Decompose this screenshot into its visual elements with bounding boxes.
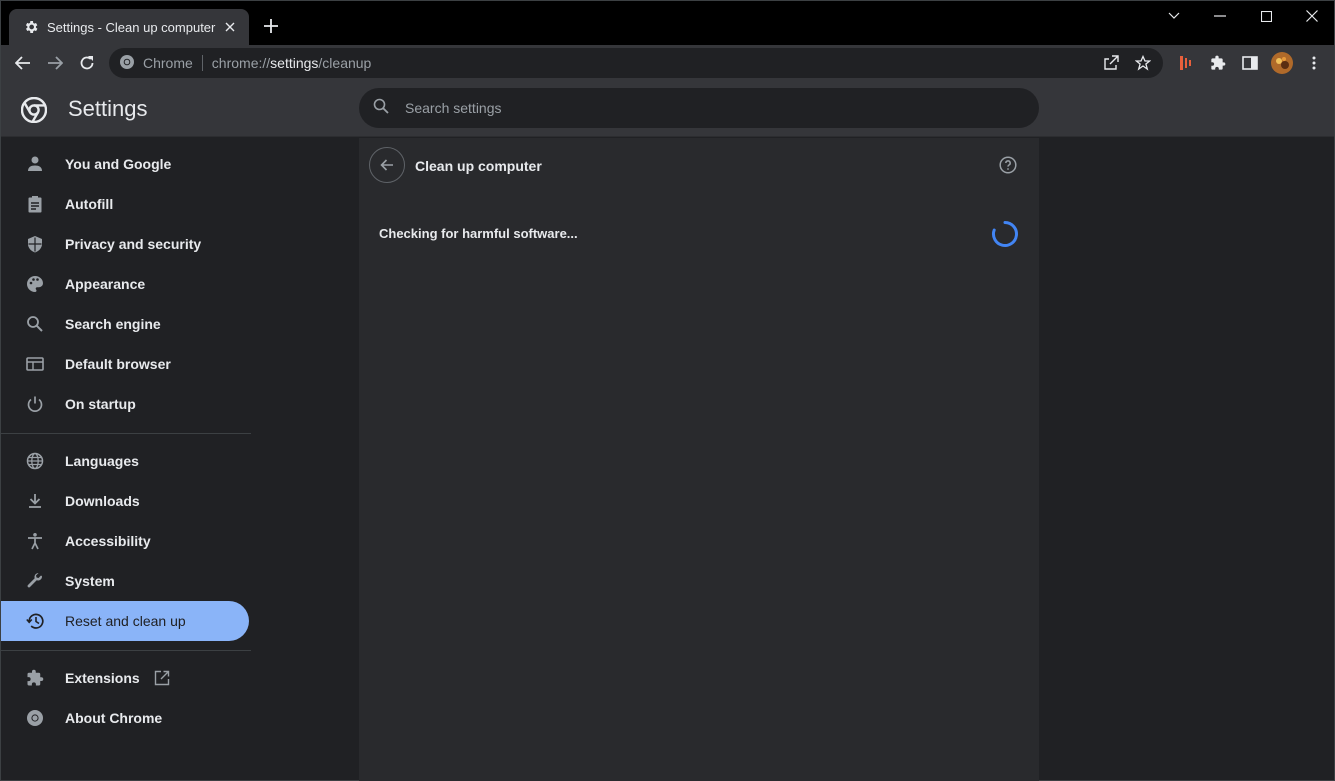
history-icon — [25, 611, 45, 631]
brave-extension-icon — [1180, 56, 1191, 70]
close-icon — [1306, 10, 1318, 22]
browser-window-icon — [25, 354, 45, 374]
toolbar: Chrome chrome://settings/cleanup — [1, 45, 1334, 81]
sidebar-item-accessibility[interactable]: Accessibility — [1, 521, 249, 561]
forward-arrow-icon — [48, 56, 63, 70]
kebab-menu-icon — [1312, 56, 1316, 70]
accessibility-icon — [25, 531, 45, 551]
side-panel-button[interactable] — [1236, 49, 1264, 77]
omnibox-separator — [201, 55, 203, 71]
power-icon — [25, 394, 45, 414]
extension-button[interactable] — [1172, 49, 1200, 77]
tab-search-button[interactable] — [1151, 1, 1197, 31]
person-icon — [25, 154, 45, 174]
window-close-button[interactable] — [1289, 1, 1335, 31]
url-text: chrome://settings/cleanup — [211, 55, 372, 71]
puzzle-icon — [25, 668, 45, 688]
scan-status-text: Checking for harmful software... — [379, 226, 578, 241]
search-icon — [25, 314, 45, 334]
sidebar-item-search-engine[interactable]: Search engine — [1, 304, 249, 344]
sidebar-divider — [1, 650, 251, 651]
sidebar-item-appearance[interactable]: Appearance — [1, 264, 249, 304]
extensions-menu-button[interactable] — [1204, 49, 1232, 77]
shield-icon — [25, 234, 45, 254]
globe-icon — [25, 451, 45, 471]
clipboard-icon — [25, 194, 45, 214]
sidebar-item-system[interactable]: System — [1, 561, 249, 601]
search-icon — [373, 98, 389, 119]
sidebar-item-on-startup[interactable]: On startup — [1, 384, 249, 424]
plus-icon — [264, 18, 278, 38]
download-icon — [25, 491, 45, 511]
sidebar-item-languages[interactable]: Languages — [1, 441, 249, 481]
reload-icon — [80, 56, 94, 70]
tab-title: Settings - Clean up computer — [47, 19, 216, 35]
wrench-icon — [25, 571, 45, 591]
chrome-logo-icon — [119, 54, 135, 73]
sidebar-item-default-browser[interactable]: Default browser — [1, 344, 249, 384]
new-tab-button[interactable] — [259, 16, 283, 40]
profile-button[interactable] — [1268, 49, 1296, 77]
back-button[interactable] — [369, 147, 405, 183]
maximize-button[interactable] — [1243, 1, 1289, 31]
forward-button[interactable] — [41, 49, 69, 77]
address-bar[interactable]: Chrome chrome://settings/cleanup — [109, 48, 1163, 78]
chrome-logo-icon — [25, 708, 45, 728]
cleanup-card: Clean up computer Checking for harmful s… — [359, 138, 1039, 781]
sidebar-item-extensions[interactable]: Extensions — [1, 658, 249, 698]
side-panel-icon — [1242, 56, 1258, 70]
search-box[interactable] — [359, 88, 1039, 128]
settings-header: Settings — [1, 81, 1334, 137]
back-arrow-icon — [380, 159, 393, 171]
tab-strip: Settings - Clean up computer — [1, 1, 1334, 45]
sidebar-item-autofill[interactable]: Autofill — [1, 184, 249, 224]
minimize-icon — [1214, 15, 1226, 17]
back-arrow-icon — [15, 56, 30, 70]
sidebar-item-about-chrome[interactable]: About Chrome — [1, 698, 249, 738]
sidebar-item-you-and-google[interactable]: You and Google — [1, 144, 249, 184]
puzzle-icon — [1211, 55, 1226, 70]
chevron-down-icon — [1168, 12, 1180, 19]
star-icon[interactable] — [1129, 49, 1157, 77]
reload-button[interactable] — [73, 49, 101, 77]
avatar — [1271, 52, 1293, 74]
open-in-new-icon — [154, 670, 170, 686]
sidebar-item-reset-and-clean-up[interactable]: Reset and clean up — [1, 601, 249, 641]
chrome-menu-button[interactable] — [1300, 49, 1328, 77]
minimize-button[interactable] — [1197, 1, 1243, 31]
page-title: Settings — [68, 96, 148, 121]
sidebar-divider — [1, 433, 251, 434]
back-button[interactable] — [9, 49, 37, 77]
site-label: Chrome — [143, 55, 193, 71]
gear-icon — [23, 19, 39, 35]
help-icon[interactable] — [999, 156, 1017, 174]
spinner-icon — [992, 221, 1018, 247]
share-icon[interactable] — [1097, 49, 1125, 77]
close-icon[interactable] — [221, 18, 239, 36]
tab-settings[interactable]: Settings - Clean up computer — [9, 9, 249, 45]
card-title: Clean up computer — [415, 158, 542, 174]
maximize-icon — [1260, 10, 1272, 22]
search-input[interactable] — [405, 100, 965, 116]
sidebar-item-downloads[interactable]: Downloads — [1, 481, 249, 521]
chrome-logo-icon — [21, 97, 47, 123]
palette-icon — [25, 274, 45, 294]
sidebar: You and Google Autofill Privacy and secu… — [1, 138, 251, 781]
browser-window: Settings - Clean up computer Chrome chro… — [0, 0, 1335, 781]
sidebar-item-privacy-and-security[interactable]: Privacy and security — [1, 224, 249, 264]
